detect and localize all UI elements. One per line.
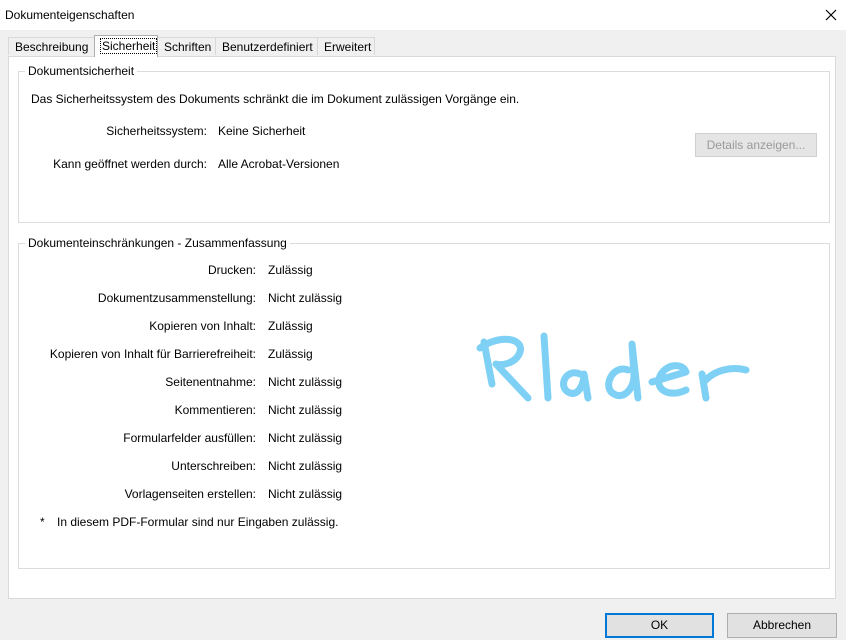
close-icon xyxy=(825,9,837,21)
document-security-group: Dokumentsicherheit Das Sicherheitssystem… xyxy=(18,64,830,223)
tab-benutzerdefiniert[interactable]: Benutzerdefiniert xyxy=(215,37,318,55)
cancel-button[interactable]: Abbrechen xyxy=(727,613,837,638)
restriction-value: Nicht zulässig xyxy=(268,403,343,417)
note-text: In diesem PDF-Formular sind nur Eingaben… xyxy=(57,515,339,529)
ok-button[interactable]: OK xyxy=(605,613,714,638)
details-button[interactable]: Details anzeigen... xyxy=(695,133,817,157)
restriction-label: Dokumentzusammenstellung: xyxy=(97,291,256,305)
security-system-value: Keine Sicherheit xyxy=(218,124,306,138)
handwritten-reader-annotation xyxy=(476,332,750,402)
security-description: Das Sicherheitssystem des Dokuments schr… xyxy=(31,92,520,106)
restriction-label: Unterschreiben: xyxy=(171,459,256,473)
window-title: Dokumenteigenschaften xyxy=(5,8,135,22)
close-button[interactable] xyxy=(816,0,846,30)
restriction-value: Nicht zulässig xyxy=(268,431,343,445)
restriction-value: Nicht zulässig xyxy=(268,487,343,501)
opened-by-value: Alle Acrobat-Versionen xyxy=(218,157,340,171)
security-system-label: Sicherheitssystem: xyxy=(106,124,207,138)
restriction-label: Vorlagenseiten erstellen: xyxy=(124,487,256,501)
restriction-label: Formularfelder ausfüllen: xyxy=(123,431,256,445)
restriction-value: Zulässig xyxy=(268,263,313,277)
tab-beschreibung[interactable]: Beschreibung xyxy=(8,37,95,55)
tab-erweitert[interactable]: Erweitert xyxy=(317,37,375,55)
restriction-value: Zulässig xyxy=(268,319,313,333)
restriction-value: Nicht zulässig xyxy=(268,291,343,305)
restriction-value: Nicht zulässig xyxy=(268,375,343,389)
opened-by-label: Kann geöffnet werden durch: xyxy=(53,157,207,171)
restriction-label: Seitenentnahme: xyxy=(165,375,256,389)
tab-sicherheit[interactable]: Sicherheit xyxy=(94,35,158,57)
restriction-label: Kommentieren: xyxy=(174,403,256,417)
restrictions-legend: Dokumenteinschränkungen - Zusammenfassun… xyxy=(25,236,290,250)
tab-sicherheit-label: Sicherheit xyxy=(99,38,158,54)
title-bar: Dokumenteigenschaften xyxy=(0,0,846,30)
document-security-legend: Dokumentsicherheit xyxy=(25,64,138,78)
restriction-value: Zulässig xyxy=(268,347,313,361)
tab-schriften[interactable]: Schriften xyxy=(157,37,216,55)
restriction-label: Drucken: xyxy=(207,263,256,277)
restriction-label: Kopieren von Inhalt: xyxy=(149,319,256,333)
note-marker: * xyxy=(40,515,45,529)
restriction-value: Nicht zulässig xyxy=(268,459,343,473)
restriction-label: Kopieren von Inhalt für Barrierefreiheit… xyxy=(49,347,256,361)
